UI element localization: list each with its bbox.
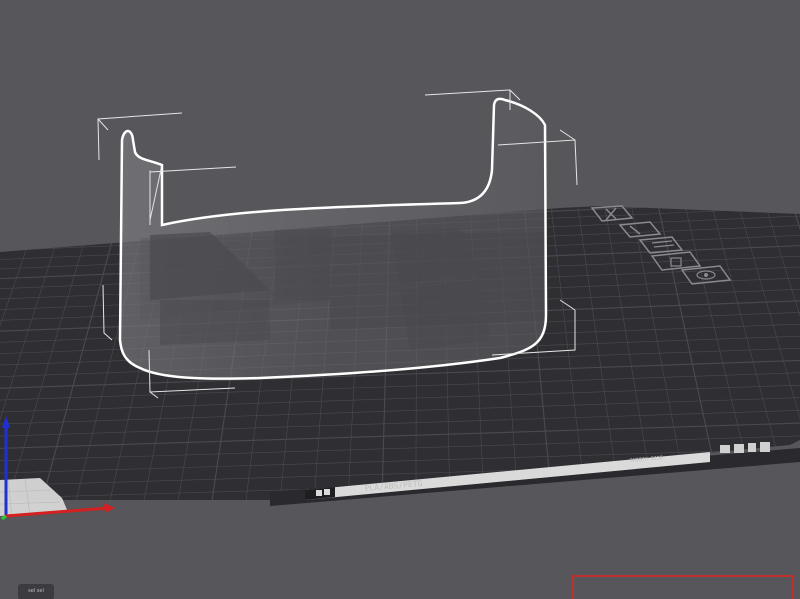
corner-tag[interactable]: sel sel — [18, 584, 54, 599]
3d-viewport[interactable]: PLA/ABS/PETG SMOOTH SIDE sel sel — [0, 0, 800, 599]
grid-line — [0, 499, 800, 500]
highlight-box — [572, 575, 794, 599]
3d-model-object[interactable] — [118, 97, 548, 380]
scene-canvas[interactable]: PLA/ABS/PETG SMOOTH SIDE — [0, 0, 800, 599]
y-axis — [1, 514, 7, 521]
